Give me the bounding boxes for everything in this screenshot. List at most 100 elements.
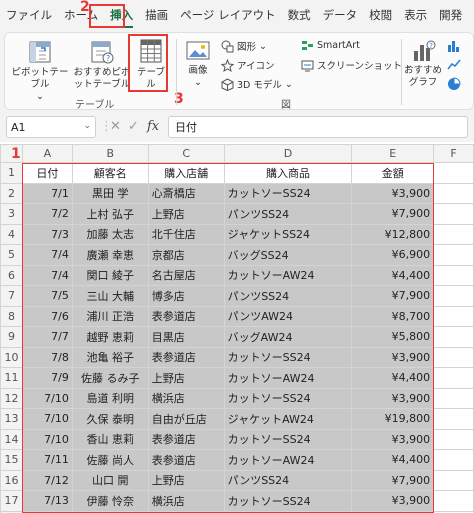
chevron-down-icon[interactable]: ⌄	[83, 121, 91, 131]
cell[interactable]: カットソーSS24	[223, 346, 353, 368]
tab-view[interactable]: 表示	[398, 0, 433, 30]
row-header[interactable]: 17	[0, 490, 23, 512]
name-box[interactable]: A1 ⌄	[6, 116, 96, 138]
cell[interactable]: 日付	[21, 162, 73, 184]
column-header[interactable]: E	[351, 144, 435, 163]
row-header[interactable]: 7	[0, 285, 23, 307]
tab-developer[interactable]: 開発	[433, 0, 468, 30]
cell[interactable]: 7/12	[21, 469, 73, 491]
cell[interactable]	[433, 223, 474, 245]
cell[interactable]: パンツSS24	[223, 285, 353, 307]
tab-formulas[interactable]: 数式	[282, 0, 317, 30]
cell[interactable]: 7/2	[21, 203, 73, 225]
formula-input[interactable]: 日付	[168, 116, 468, 138]
cell[interactable]: ¥7,900	[351, 285, 435, 307]
cell[interactable]: 池亀 裕子	[71, 346, 149, 368]
cell[interactable]: 山口 開	[71, 469, 149, 491]
cell[interactable]: 三山 大輔	[71, 285, 149, 307]
cell[interactable]: バッグAW24	[223, 326, 353, 348]
cell[interactable]: 7/10	[21, 408, 73, 430]
cell[interactable]: 表参道店	[147, 428, 225, 450]
cell[interactable]: 関口 綾子	[71, 264, 149, 286]
bar-chart-icon[interactable]	[447, 39, 461, 53]
row-header[interactable]: 6	[0, 264, 23, 286]
recommended-pivot-button[interactable]: ? おすすめピボットテーブル	[73, 39, 131, 91]
cell[interactable]: 顧客名	[71, 162, 149, 184]
cell[interactable]: 表参道店	[147, 449, 225, 471]
cell[interactable]: ¥3,900	[351, 490, 435, 512]
column-header[interactable]: B	[71, 144, 149, 163]
cell[interactable]: 伊藤 怜奈	[71, 490, 149, 512]
cell[interactable]: ¥19,800	[351, 408, 435, 430]
cell[interactable]: 7/4	[21, 264, 73, 286]
recommended-chart-button[interactable]: ? おすすめグラフ	[403, 39, 443, 89]
tab-data[interactable]: データ	[317, 0, 364, 30]
cell[interactable]: ¥4,400	[351, 367, 435, 389]
cell[interactable]: ¥7,900	[351, 203, 435, 225]
cell[interactable]: ジャケットAW24	[223, 408, 353, 430]
cell[interactable]: 7/9	[21, 367, 73, 389]
cell[interactable]: 黒田 学	[71, 182, 149, 204]
row-header[interactable]: 1	[0, 162, 23, 184]
screenshot-button[interactable]: スクリーンショット ⌄	[301, 58, 413, 72]
pie-chart-icon[interactable]	[447, 77, 461, 91]
cell[interactable]: ¥3,900	[351, 428, 435, 450]
row-header[interactable]: 12	[0, 387, 23, 409]
cell[interactable]	[433, 326, 474, 348]
pivot-table-button[interactable]: ピボットテーブル ⌄	[9, 39, 71, 103]
cell[interactable]: 島道 利明	[71, 387, 149, 409]
cell[interactable]: 佐藤 るみ子	[71, 367, 149, 389]
cell[interactable]: 7/6	[21, 305, 73, 327]
cell[interactable]: ¥12,800	[351, 223, 435, 245]
cell[interactable]: 佐藤 尚人	[71, 449, 149, 471]
tab-page-layout[interactable]: ページ レイアウト	[174, 0, 281, 30]
row-header[interactable]: 4	[0, 223, 23, 245]
cell[interactable]	[433, 264, 474, 286]
cell[interactable]: 自由が丘店	[147, 408, 225, 430]
column-header[interactable]: F	[433, 144, 474, 163]
cell[interactable]: 7/10	[21, 428, 73, 450]
row-header[interactable]: 14	[0, 428, 23, 450]
tab-help[interactable]: ヘ	[468, 0, 474, 30]
cell[interactable]: カットソーSS24	[223, 490, 353, 512]
cell[interactable]: ¥4,400	[351, 449, 435, 471]
cell[interactable]: 購入商品	[223, 162, 353, 184]
cell[interactable]: ¥5,800	[351, 326, 435, 348]
cell[interactable]	[433, 387, 474, 409]
cell[interactable]: ¥7,900	[351, 469, 435, 491]
cell[interactable]: 上野店	[147, 367, 225, 389]
cell[interactable]: 上野店	[147, 203, 225, 225]
3d-models-button[interactable]: 3D モデル ⌄	[221, 77, 293, 91]
cell[interactable]: カットソーSS24	[223, 182, 353, 204]
cell[interactable]: 廣瀬 幸恵	[71, 244, 149, 266]
cell[interactable]: 越野 恵莉	[71, 326, 149, 348]
cell[interactable]	[433, 469, 474, 491]
cell[interactable]: ¥3,900	[351, 346, 435, 368]
cell[interactable]: 久保 泰明	[71, 408, 149, 430]
cell[interactable]: 表参道店	[147, 346, 225, 368]
cell[interactable]: パンツSS24	[223, 203, 353, 225]
row-header[interactable]: 2	[0, 182, 23, 204]
row-header[interactable]: 3	[0, 203, 23, 225]
column-header[interactable]: C	[147, 144, 225, 163]
smartart-button[interactable]: SmartArt	[301, 39, 360, 52]
tab-file[interactable]: ファイル	[0, 0, 58, 30]
cell[interactable]	[433, 162, 474, 184]
row-header[interactable]: 5	[0, 244, 23, 266]
cell[interactable]: ¥6,900	[351, 244, 435, 266]
cell[interactable]: カットソーAW24	[223, 264, 353, 286]
cell[interactable]: 7/7	[21, 326, 73, 348]
cell[interactable]	[433, 346, 474, 368]
cell[interactable]: バッグSS24	[223, 244, 353, 266]
row-header[interactable]: 8	[0, 305, 23, 327]
cell[interactable]	[433, 449, 474, 471]
cell[interactable]: 7/10	[21, 387, 73, 409]
cell[interactable]: ¥8,700	[351, 305, 435, 327]
shapes-button[interactable]: 図形 ⌄	[221, 39, 267, 53]
tab-review[interactable]: 校閲	[363, 0, 398, 30]
row-header[interactable]: 11	[0, 367, 23, 389]
cell[interactable]: 心斎橋店	[147, 182, 225, 204]
cell[interactable]: 7/3	[21, 223, 73, 245]
cell[interactable]: 7/5	[21, 285, 73, 307]
image-button[interactable]: 画像 ⌄	[181, 39, 215, 89]
